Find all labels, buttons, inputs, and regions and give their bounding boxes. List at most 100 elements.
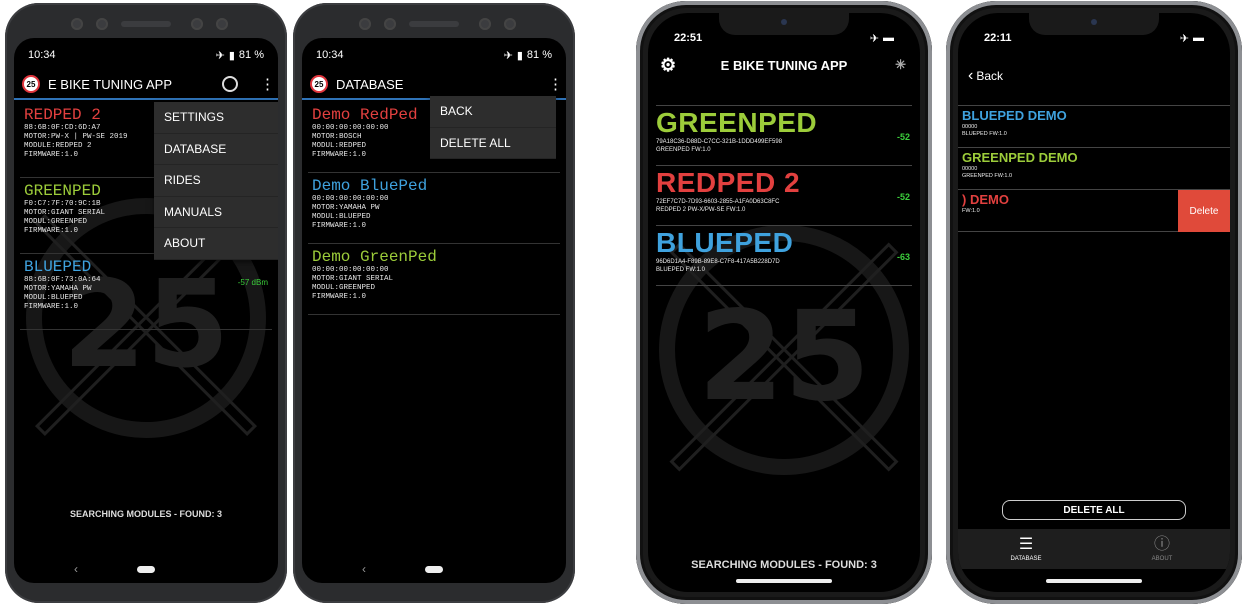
menu-item-delete-all[interactable]: DELETE ALL <box>430 128 556 159</box>
iphone-database: 22:11 ✈ ▬ ‹ Back BLUEPED DEMO 00000 BLUEPED… <box>946 1 1242 604</box>
module-uuid: 72EF7C7D-7D93-6603-2855-A1FA0D63C8FC <box>656 199 780 205</box>
module-list: GREENPED 79A18C36-D88D-C7CC-321B-1DDD499E… <box>656 105 912 286</box>
main-screen: 25 10:34 ✈ ▮ 81 % 25 E BIKE TUNING APP ⋮ R… <box>14 38 278 583</box>
module-uuid: 79A18C36-D88D-C7CC-321B-1DDD499EF598 <box>656 139 783 145</box>
module-detail: MODUL:GREENPED <box>312 284 376 292</box>
tab-database[interactable]: ☰ DATABASE <box>958 529 1094 569</box>
entry-detail: GREENPED FW:1.0 <box>962 173 1013 179</box>
entry-detail: 00000 <box>962 166 978 172</box>
status-bar: 22:51 ✈ ▬ <box>648 27 920 49</box>
gear-icon[interactable]: ⚙ <box>660 55 676 76</box>
status-time: 22:11 <box>984 32 1012 44</box>
app-logo-icon: 25 <box>310 75 328 93</box>
battery-icon: ▮ <box>228 49 235 62</box>
nav-back-icon[interactable]: ‹ <box>362 562 366 576</box>
database-list-item[interactable]: Demo BluePed 00:00:00:00:00:00 MOTOR:YAMAH… <box>308 173 560 244</box>
module-list-item[interactable]: BLUEPED 96D6D1A4-F89B-89E8-C7F8-417A5B228… <box>656 226 912 286</box>
back-button[interactable]: ‹ Back <box>968 67 1003 85</box>
menu-item-rides[interactable]: RIDES <box>154 165 278 197</box>
ios-header: ⚙ E BIKE TUNING APP ✳ <box>648 50 920 80</box>
database-list: BLUEPED DEMO 00000 BLUEPED FW:1.0 GREENPED … <box>958 105 1230 232</box>
overflow-menu-icon[interactable]: ⋮ <box>548 77 563 92</box>
search-status: SEARCHING MODULES - FOUND: 3 <box>69 509 222 519</box>
tab-about[interactable]: ⓘ ABOUT <box>1094 529 1230 569</box>
entry-name: BLUEPED DEMO <box>962 108 1067 123</box>
module-detail: 00:00:00:00:00:00 <box>312 195 389 203</box>
delete-all-button[interactable]: DELETE ALL <box>1002 500 1186 520</box>
database-list-item[interactable]: BLUEPED DEMO 00000 BLUEPED FW:1.0 <box>958 106 1230 148</box>
delete-button[interactable]: Delete <box>1178 190 1230 232</box>
loading-spinner-icon <box>222 76 238 92</box>
module-detail: MOTOR:YAMAHA PW <box>24 285 92 293</box>
ios-database-screen: 22:11 ✈ ▬ ‹ Back BLUEPED DEMO 00000 BLUEPED… <box>958 13 1230 592</box>
entry-detail: 00000 <box>962 124 978 130</box>
status-time: 10:34 <box>28 49 56 61</box>
signal-strength: -63 <box>896 252 910 262</box>
module-detail: FIRMWARE:1.0 <box>312 293 367 301</box>
database-screen: 10:34 ✈ ▮ 81 % 25 DATABASE ⋮ Demo RedPed 00… <box>302 38 566 583</box>
database-list-item[interactable]: ) DEMO FW:1.0 Delete <box>958 190 1230 232</box>
overflow-menu-icon[interactable]: ⋮ <box>260 77 275 92</box>
back-label: Back <box>976 69 1004 83</box>
menu-item-settings[interactable]: SETTINGS <box>154 102 278 134</box>
airplane-icon: ✈ <box>215 49 225 62</box>
status-bar: 10:34 ✈ ▮ 81 % <box>302 44 566 66</box>
module-name: REDPED 2 <box>656 167 801 198</box>
menu-item-back[interactable]: BACK <box>430 96 556 128</box>
app-title: E BIKE TUNING APP <box>48 76 173 92</box>
app-title: E BIKE TUNING APP <box>720 57 848 73</box>
airplane-icon: ✈ <box>1179 32 1189 45</box>
menu-item-manuals[interactable]: MANUALS <box>154 197 278 228</box>
module-detail: MODUL:BLUEPED <box>24 294 83 302</box>
module-name: Demo GreenPed <box>312 248 437 266</box>
battery-level: 81 % <box>238 49 264 61</box>
speaker-grille <box>339 13 529 35</box>
nav-bar: ‹ <box>14 562 278 578</box>
module-name: BLUEPED <box>656 227 794 258</box>
nav-home-icon[interactable] <box>137 566 155 573</box>
module-detail: MOTOR:YAMAHA PW <box>312 204 380 212</box>
status-time: 10:34 <box>316 49 344 61</box>
app-title: DATABASE <box>336 76 404 92</box>
module-list-item[interactable]: REDPED 2 72EF7C7D-7D93-6603-2855-A1FA0D63… <box>656 166 912 226</box>
status-bar: 22:11 ✈ ▬ <box>958 27 1230 49</box>
overflow-menu: SETTINGS DATABASE RIDES MANUALS ABOUT <box>154 102 278 260</box>
module-list-item[interactable]: BLUEPED 88:6B:0F:73:0A:64 MOTOR:YAMAHA PW M… <box>20 254 272 330</box>
android-phone-database: 10:34 ✈ ▮ 81 % 25 DATABASE ⋮ Demo RedPed 00… <box>293 3 575 603</box>
battery-level: 81 % <box>526 49 552 61</box>
nav-home-icon[interactable] <box>425 566 443 573</box>
android-phone-main: 25 10:34 ✈ ▮ 81 % 25 E BIKE TUNING APP ⋮ R… <box>5 3 287 603</box>
entry-name: GREENPED DEMO <box>962 150 1078 165</box>
module-detail: MOTOR:GIANT SERIAL <box>312 275 394 283</box>
tab-label: ABOUT <box>1151 555 1173 562</box>
home-indicator[interactable] <box>1046 579 1142 583</box>
tab-bar: ☰ DATABASE ⓘ ABOUT <box>958 529 1230 569</box>
search-status: SEARCHING MODULES - FOUND: 3 <box>691 559 877 571</box>
menu-item-database[interactable]: DATABASE <box>154 134 278 165</box>
watermark-number: 25 <box>697 285 871 429</box>
database-list-item[interactable]: GREENPED DEMO 00000 GREENPED FW:1.0 <box>958 148 1230 190</box>
database-icon: ☰ <box>1018 535 1034 553</box>
ios-main-screen: 25 22:51 ✈ ▬ ⚙ E BIKE TUNING APP ✳ GREENP… <box>648 13 920 592</box>
loading-spinner-icon: ✳ <box>895 57 906 72</box>
module-name: Demo BluePed <box>312 177 428 195</box>
module-uuid: 96D6D1A4-F89B-89E8-C7F8-417A5B228D7D <box>656 259 780 265</box>
home-indicator[interactable] <box>736 579 832 583</box>
module-info: REDPED 2 PW-X/PW-SE FW:1.0 <box>656 207 746 213</box>
module-info: GREENPED FW:1.0 <box>656 147 711 153</box>
module-list-item[interactable]: GREENPED 79A18C36-D88D-C7CC-321B-1DDD499E… <box>656 106 912 166</box>
database-list-item[interactable]: Demo GreenPed 00:00:00:00:00:00 MOTOR:GIAN… <box>308 244 560 315</box>
app-bar: 25 E BIKE TUNING APP ⋮ <box>14 70 278 100</box>
module-info: BLUEPED FW:1.0 <box>656 267 705 273</box>
module-detail: FIRMWARE:1.0 <box>24 303 79 311</box>
menu-item-about[interactable]: ABOUT <box>154 228 278 260</box>
nav-bar: ‹ <box>302 562 566 578</box>
airplane-icon: ✈ <box>869 32 879 45</box>
nav-back-icon[interactable]: ‹ <box>74 562 78 576</box>
iphone-main: 25 22:51 ✈ ▬ ⚙ E BIKE TUNING APP ✳ GREENP… <box>636 1 932 604</box>
module-detail: 88:6B:0F:73:0A:64 <box>24 276 101 284</box>
info-icon: ⓘ <box>1153 535 1170 553</box>
module-detail: FIRMWARE:1.0 <box>312 222 367 230</box>
status-bar: 10:34 ✈ ▮ 81 % <box>14 44 278 66</box>
module-name: BLUEPED <box>24 258 92 276</box>
